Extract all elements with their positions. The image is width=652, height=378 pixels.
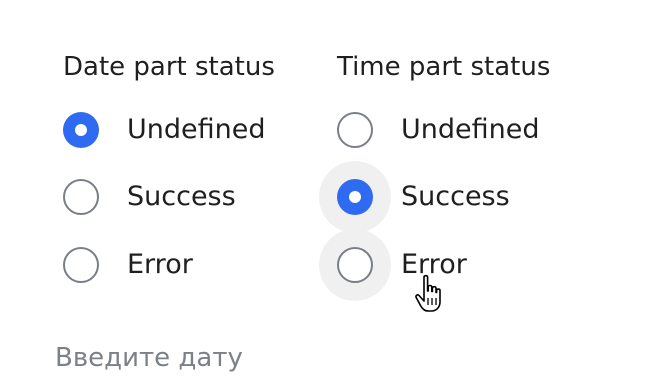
time-part-status-title: Time part status [337,52,551,82]
date-radio-undefined-hit-area[interactable] [45,94,117,166]
date-radio-error-label: Error [127,249,193,280]
radio-unchecked-icon[interactable] [63,247,99,283]
time-radio-success[interactable]: Success [319,161,510,233]
date-part-status-title: Date part status [63,52,275,82]
date-radio-success[interactable]: Success [63,169,236,225]
date-radio-success-hit-area[interactable] [45,161,117,233]
time-radio-error-label: Error [401,249,467,280]
time-radio-undefined[interactable]: Undefined [337,102,540,158]
time-radio-undefined-label: Undefined [401,114,540,145]
time-radio-success-hit-area[interactable] [319,161,391,233]
date-radio-success-label: Success [127,181,236,212]
date-radio-error[interactable]: Error [63,237,193,293]
date-radio-undefined-label: Undefined [127,114,266,145]
radio-unchecked-icon[interactable] [337,247,373,283]
time-radio-success-label: Success [401,181,510,212]
time-radio-error-hit-area[interactable] [319,229,391,301]
date-radio-error-hit-area[interactable] [45,229,117,301]
radio-unchecked-icon[interactable] [63,179,99,215]
radio-checked-icon[interactable] [337,179,373,215]
radio-checked-icon[interactable] [63,112,99,148]
radio-unchecked-icon[interactable] [337,112,373,148]
time-radio-error[interactable]: Error [319,229,467,301]
time-radio-undefined-hit-area[interactable] [319,94,391,166]
date-input-placeholder[interactable]: Введите дату [55,340,243,376]
date-radio-undefined[interactable]: Undefined [63,102,266,158]
